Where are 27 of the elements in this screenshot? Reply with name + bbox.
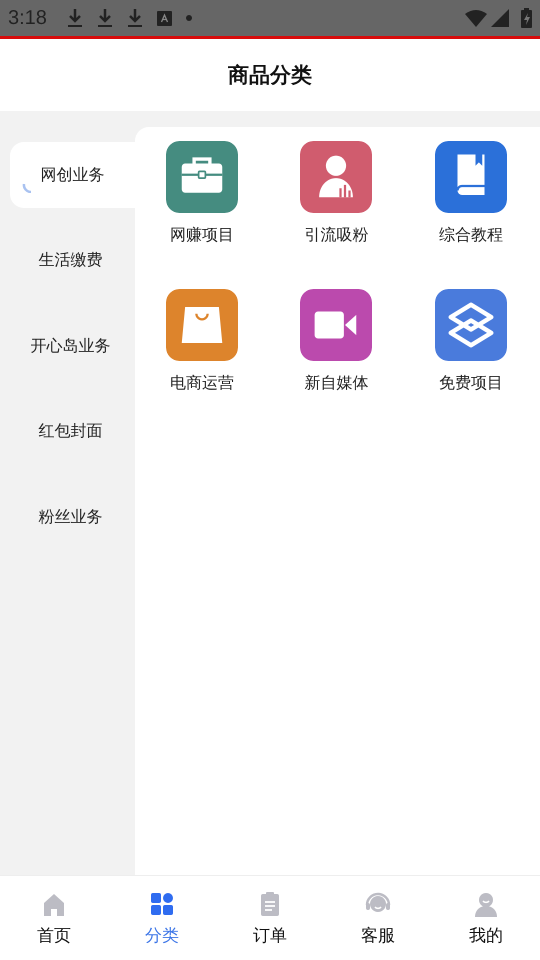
category-tab[interactable]: 红包封面 bbox=[0, 398, 135, 464]
category-item[interactable]: 综合教程 bbox=[404, 141, 538, 289]
category-item[interactable]: 网赚项目 bbox=[135, 141, 270, 289]
download-icon bbox=[66, 8, 83, 28]
page-title: 商品分类 bbox=[228, 62, 312, 89]
nav-tab[interactable]: 首页 bbox=[0, 876, 108, 960]
category-item[interactable]: 电商运营 bbox=[135, 289, 270, 437]
nav-tab[interactable]: 我的 bbox=[432, 876, 540, 960]
loading-spinner-icon bbox=[22, 183, 32, 193]
category-tab[interactable]: 开心岛业务 bbox=[0, 313, 135, 379]
nav-tab[interactable]: 客服 bbox=[324, 876, 432, 960]
category-tab[interactable]: 生活缴费 bbox=[0, 228, 135, 294]
dot-icon bbox=[186, 15, 192, 21]
signal-icon bbox=[491, 9, 509, 27]
battery-icon bbox=[521, 8, 532, 28]
category-item[interactable]: 免费项目 bbox=[404, 289, 538, 437]
category-item[interactable]: 新自媒体 bbox=[269, 289, 404, 437]
download-icon bbox=[126, 8, 143, 28]
category-item[interactable]: 引流吸粉 bbox=[269, 141, 404, 289]
category-tab[interactable]: 网创业务 bbox=[10, 142, 135, 208]
wifi-icon bbox=[465, 10, 487, 26]
nav-tab[interactable]: 订单 bbox=[216, 876, 324, 960]
download-icon bbox=[96, 8, 113, 28]
clock: 3:18 bbox=[8, 6, 47, 30]
keyboard-icon bbox=[156, 10, 172, 26]
category-tab[interactable]: 粉丝业务 bbox=[0, 484, 135, 550]
nav-tab[interactable]: 分类 bbox=[108, 876, 216, 960]
